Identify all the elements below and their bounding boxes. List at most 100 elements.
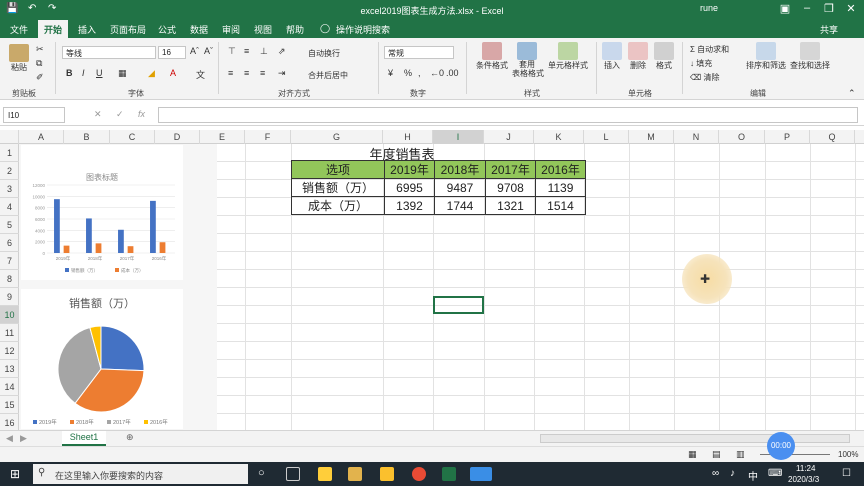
col-header[interactable]: B <box>64 130 110 144</box>
formula-input[interactable] <box>158 107 858 123</box>
underline-icon[interactable]: U <box>96 68 103 78</box>
number-format-select[interactable]: 常规 <box>384 46 454 59</box>
row-header[interactable]: 4 <box>0 198 19 216</box>
tab-home[interactable]: 开始 <box>38 20 69 38</box>
font-size-select[interactable]: 16 <box>158 46 186 59</box>
table-cell[interactable]: 9708 <box>485 178 536 197</box>
pie-chart[interactable]: 销售额（万） 2019年 2018年 2017年 2016年 <box>21 289 183 429</box>
col-header[interactable]: G <box>291 130 383 144</box>
col-header[interactable]: A <box>19 130 64 144</box>
table-cell[interactable]: 1321 <box>485 196 536 215</box>
wifi-icon[interactable]: ∞ <box>712 468 719 479</box>
tab-review[interactable]: 审阅 <box>222 23 240 36</box>
taskbar-search[interactable]: 在这里输入你要搜索的内容 <box>33 464 248 484</box>
keyboard-icon[interactable]: ⌨ <box>768 468 782 479</box>
wrap-text-button[interactable]: 自动换行 <box>308 48 340 59</box>
align-middle-icon[interactable]: ≡ <box>244 46 249 56</box>
task-view-icon[interactable] <box>286 467 300 481</box>
find-select-button[interactable]: 查找和选择 <box>788 42 832 71</box>
table-cell[interactable]: 1514 <box>535 196 586 215</box>
align-left-icon[interactable]: ≡ <box>228 68 233 78</box>
horizontal-scrollbar[interactable] <box>540 434 850 443</box>
table-cell[interactable]: 6995 <box>384 178 435 197</box>
fill-button[interactable]: ↓ 填充 <box>690 58 712 69</box>
folder-icon[interactable] <box>348 467 362 481</box>
insert-cells-button[interactable]: 插入 <box>600 42 624 71</box>
add-sheet-icon[interactable]: ⊕ <box>126 432 134 443</box>
table-cell[interactable]: 1139 <box>535 178 586 197</box>
user-name[interactable]: rune <box>700 3 718 13</box>
cortana-icon[interactable]: ○ <box>258 467 265 479</box>
tab-view[interactable]: 视图 <box>254 23 272 36</box>
volume-icon[interactable]: ♪ <box>730 468 735 479</box>
col-header[interactable]: K <box>534 130 584 144</box>
tell-me-search[interactable]: 操作说明搜索 <box>336 23 390 36</box>
select-all-corner[interactable] <box>0 130 19 144</box>
row-header[interactable]: 13 <box>0 360 19 378</box>
row-header[interactable]: 11 <box>0 324 19 342</box>
video-app-icon[interactable] <box>470 467 492 481</box>
row-header[interactable]: 8 <box>0 270 19 288</box>
windows-start-icon[interactable]: ⊞ <box>10 467 20 481</box>
format-cells-button[interactable]: 格式 <box>652 42 676 71</box>
conditional-format-button[interactable]: 条件格式 <box>472 42 512 71</box>
name-box[interactable]: I10 <box>3 107 65 123</box>
phonetic-icon[interactable]: 文 <box>196 68 205 81</box>
collapse-ribbon-icon[interactable]: ⌃ <box>848 88 856 99</box>
col-header[interactable]: Q <box>810 130 855 144</box>
col-header[interactable]: C <box>110 130 155 144</box>
comma-icon[interactable]: , <box>418 68 421 78</box>
align-right-icon[interactable]: ≡ <box>260 68 265 78</box>
col-header[interactable]: N <box>674 130 719 144</box>
clear-button[interactable]: ⌫ 清除 <box>690 72 720 83</box>
merge-center-button[interactable]: 合并后居中 <box>308 70 348 81</box>
italic-icon[interactable]: I <box>82 68 85 78</box>
table-cell[interactable]: 选项 <box>291 160 385 179</box>
page-break-icon[interactable]: ▥ <box>736 449 745 460</box>
bold-icon[interactable]: B <box>66 68 73 78</box>
table-cell[interactable]: 2019年 <box>384 160 435 179</box>
chrome-icon[interactable] <box>412 467 426 481</box>
delete-cells-button[interactable]: 删除 <box>626 42 650 71</box>
row-header[interactable]: 3 <box>0 180 19 198</box>
decrease-decimal-icon[interactable]: .00 <box>446 68 459 78</box>
col-header[interactable]: E <box>200 130 245 144</box>
bar-chart[interactable]: 图表标题 0 2000 4000 6000 8000 10000 12000 2019年 201… <box>21 145 183 280</box>
app-icon[interactable] <box>380 467 394 481</box>
table-cell[interactable]: 销售额（万） <box>291 178 385 197</box>
prev-sheet-icon[interactable]: ◀ <box>6 433 13 444</box>
cancel-icon[interactable]: ✕ <box>94 109 102 120</box>
tab-data[interactable]: 数据 <box>190 23 208 36</box>
paste-button[interactable]: 粘贴 <box>6 44 32 73</box>
row-header[interactable]: 1 <box>0 144 19 162</box>
increase-decimal-icon[interactable]: ←0 <box>430 68 444 78</box>
insert-function-icon[interactable]: fx <box>138 109 145 119</box>
minimize-icon[interactable]: – <box>796 2 818 14</box>
row-header[interactable]: 7 <box>0 252 19 270</box>
font-color-icon[interactable]: A <box>170 68 176 78</box>
indent-icon[interactable]: ⇥ <box>278 68 286 79</box>
sales-table[interactable]: 选项 2019年 2018年 2017年 2016年 销售额（万） 6995 9… <box>291 160 586 215</box>
enter-icon[interactable]: ✓ <box>116 109 124 120</box>
notification-icon[interactable]: ☐ <box>842 468 851 479</box>
row-header[interactable]: 2 <box>0 162 19 180</box>
col-header[interactable]: J <box>484 130 534 144</box>
table-cell[interactable]: 1392 <box>384 196 435 215</box>
row-header[interactable]: 5 <box>0 216 19 234</box>
clock-date[interactable]: 2020/3/3 <box>788 475 819 484</box>
font-name-select[interactable]: 等线 <box>62 46 156 59</box>
align-center-icon[interactable]: ≡ <box>244 68 249 78</box>
col-header[interactable]: H <box>383 130 433 144</box>
normal-view-icon[interactable]: ▦ <box>688 449 697 460</box>
tab-help[interactable]: 帮助 <box>286 23 304 36</box>
cut-icon[interactable]: ✂ <box>36 44 44 55</box>
explorer-icon[interactable] <box>318 467 332 481</box>
cell-style-button[interactable]: 单元格样式 <box>546 42 590 71</box>
col-header[interactable]: M <box>629 130 674 144</box>
tab-insert[interactable]: 插入 <box>78 23 96 36</box>
table-cell[interactable]: 9487 <box>434 178 486 197</box>
table-cell[interactable]: 2018年 <box>434 160 486 179</box>
fill-color-icon[interactable]: ◢ <box>148 68 155 79</box>
autosum-button[interactable]: Σ 自动求和 <box>690 44 729 55</box>
tab-page-layout[interactable]: 页面布局 <box>110 23 146 36</box>
